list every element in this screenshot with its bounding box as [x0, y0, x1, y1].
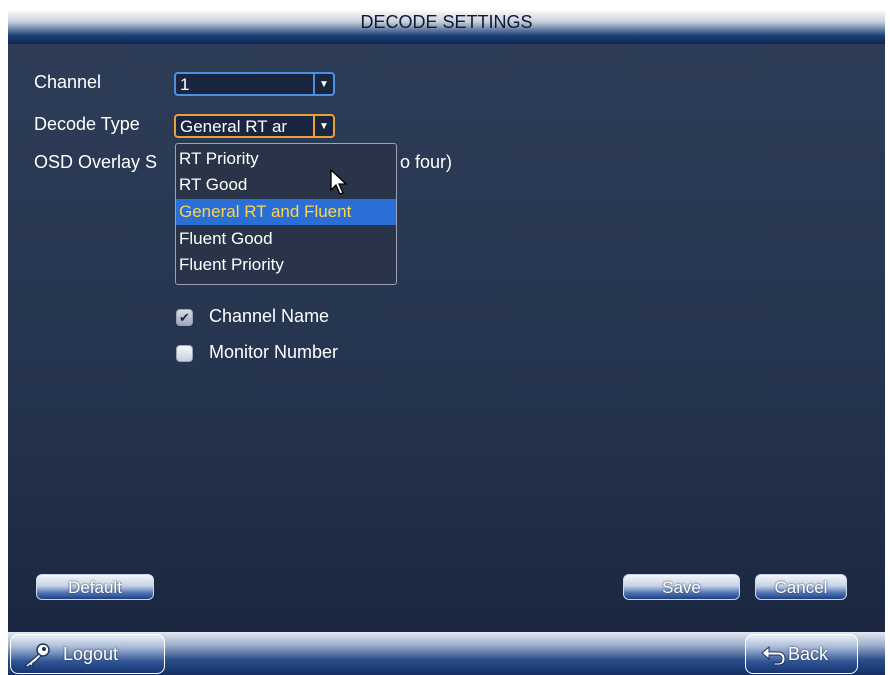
option-general-rt-and-fluent[interactable]: General RT and Fluent [176, 199, 396, 225]
back-button[interactable]: Back [745, 634, 858, 674]
back-arrow-icon [761, 645, 786, 666]
chevron-down-icon[interactable]: ▼ [313, 74, 333, 94]
osd-overlay-label-tail: o four) [400, 152, 453, 172]
window-title: DECODE SETTINGS [360, 12, 533, 32]
back-label: Back [788, 644, 829, 664]
channel-value: 1 [180, 75, 190, 94]
osd-overlay-label: OSD Overlay S [34, 152, 158, 172]
monitor-number-label: Monitor Number [209, 342, 339, 362]
channel-name-label: Channel Name [209, 306, 330, 326]
option-fluent-good[interactable]: Fluent Good [176, 226, 396, 252]
monitor-number-checkbox[interactable] [176, 345, 193, 362]
channel-name-checkbox[interactable]: ✔ [176, 309, 193, 326]
decode-settings-window: DECODE SETTINGS Channel 1 ▼ Decode Type … [8, 10, 885, 675]
decode-type-label: Decode Type [34, 114, 140, 134]
logout-button[interactable]: Logout [10, 634, 165, 674]
option-rt-priority[interactable]: RT Priority [176, 146, 396, 172]
option-fluent-priority[interactable]: Fluent Priority [176, 252, 396, 278]
default-button[interactable]: Default [36, 574, 154, 600]
mouse-pointer-icon [330, 169, 348, 195]
check-icon: ✔ [179, 310, 190, 325]
logout-label: Logout [63, 644, 119, 664]
chevron-down-icon[interactable]: ▼ [313, 116, 333, 136]
cancel-button[interactable]: Cancel [755, 574, 847, 600]
channel-dropdown[interactable]: 1 ▼ [174, 72, 335, 96]
decode-type-dropdown[interactable]: General RT ar ▼ [174, 114, 335, 138]
decode-type-options-list: RT Priority RT Good General RT and Fluen… [175, 143, 397, 285]
save-button[interactable]: Save [623, 574, 740, 600]
bottom-bar: Logout Back [8, 632, 885, 675]
key-icon [23, 643, 50, 668]
channel-label: Channel [34, 72, 102, 92]
title-bar: DECODE SETTINGS [8, 10, 885, 44]
decode-type-value: General RT ar [180, 117, 288, 136]
option-rt-good[interactable]: RT Good [176, 172, 396, 198]
settings-panel: Channel 1 ▼ Decode Type General RT ar ▼ … [8, 44, 885, 632]
